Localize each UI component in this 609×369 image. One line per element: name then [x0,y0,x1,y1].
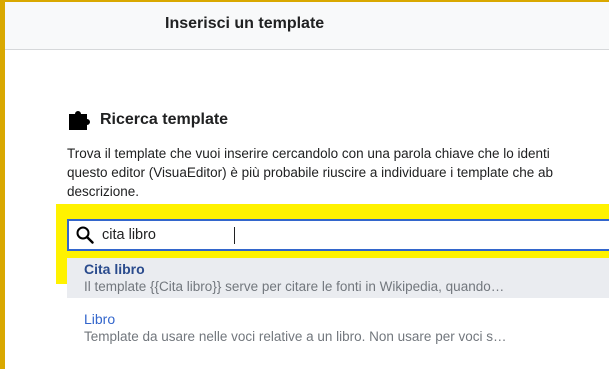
search-field[interactable] [67,219,609,251]
search-input[interactable] [102,224,602,246]
section-description: Trova il template che vuoi inserire cerc… [67,144,609,201]
description-line: questo editor (VisuaEditor) è più probab… [67,165,554,180]
text-caret [234,227,235,244]
result-title: Libro [84,311,116,327]
puzzle-icon [69,111,90,130]
template-dialog: Inserisci un template Ricerca template T… [0,0,609,369]
search-results: Cita libro Il template {{Cita libro}} se… [67,258,609,348]
result-description: Il template {{Cita libro}} serve per cit… [84,279,505,294]
section-heading: Ricerca template [67,110,228,130]
dialog-title: Inserisci un template [165,15,325,32]
section-heading-label: Ricerca template [100,111,229,128]
description-line: descrizione. [67,184,140,199]
description-line: Trova il template che vuoi inserire cerc… [67,146,550,161]
result-description: Template da usare nelle voci relative a … [84,329,507,344]
search-icon [76,226,94,244]
dialog-header: Inserisci un template [5,2,609,50]
result-title: Cita libro [84,261,145,277]
result-item-cita-libro[interactable]: Cita libro Il template {{Cita libro}} se… [67,258,609,298]
result-item-libro[interactable]: Libro Template da usare nelle voci relat… [67,308,609,348]
